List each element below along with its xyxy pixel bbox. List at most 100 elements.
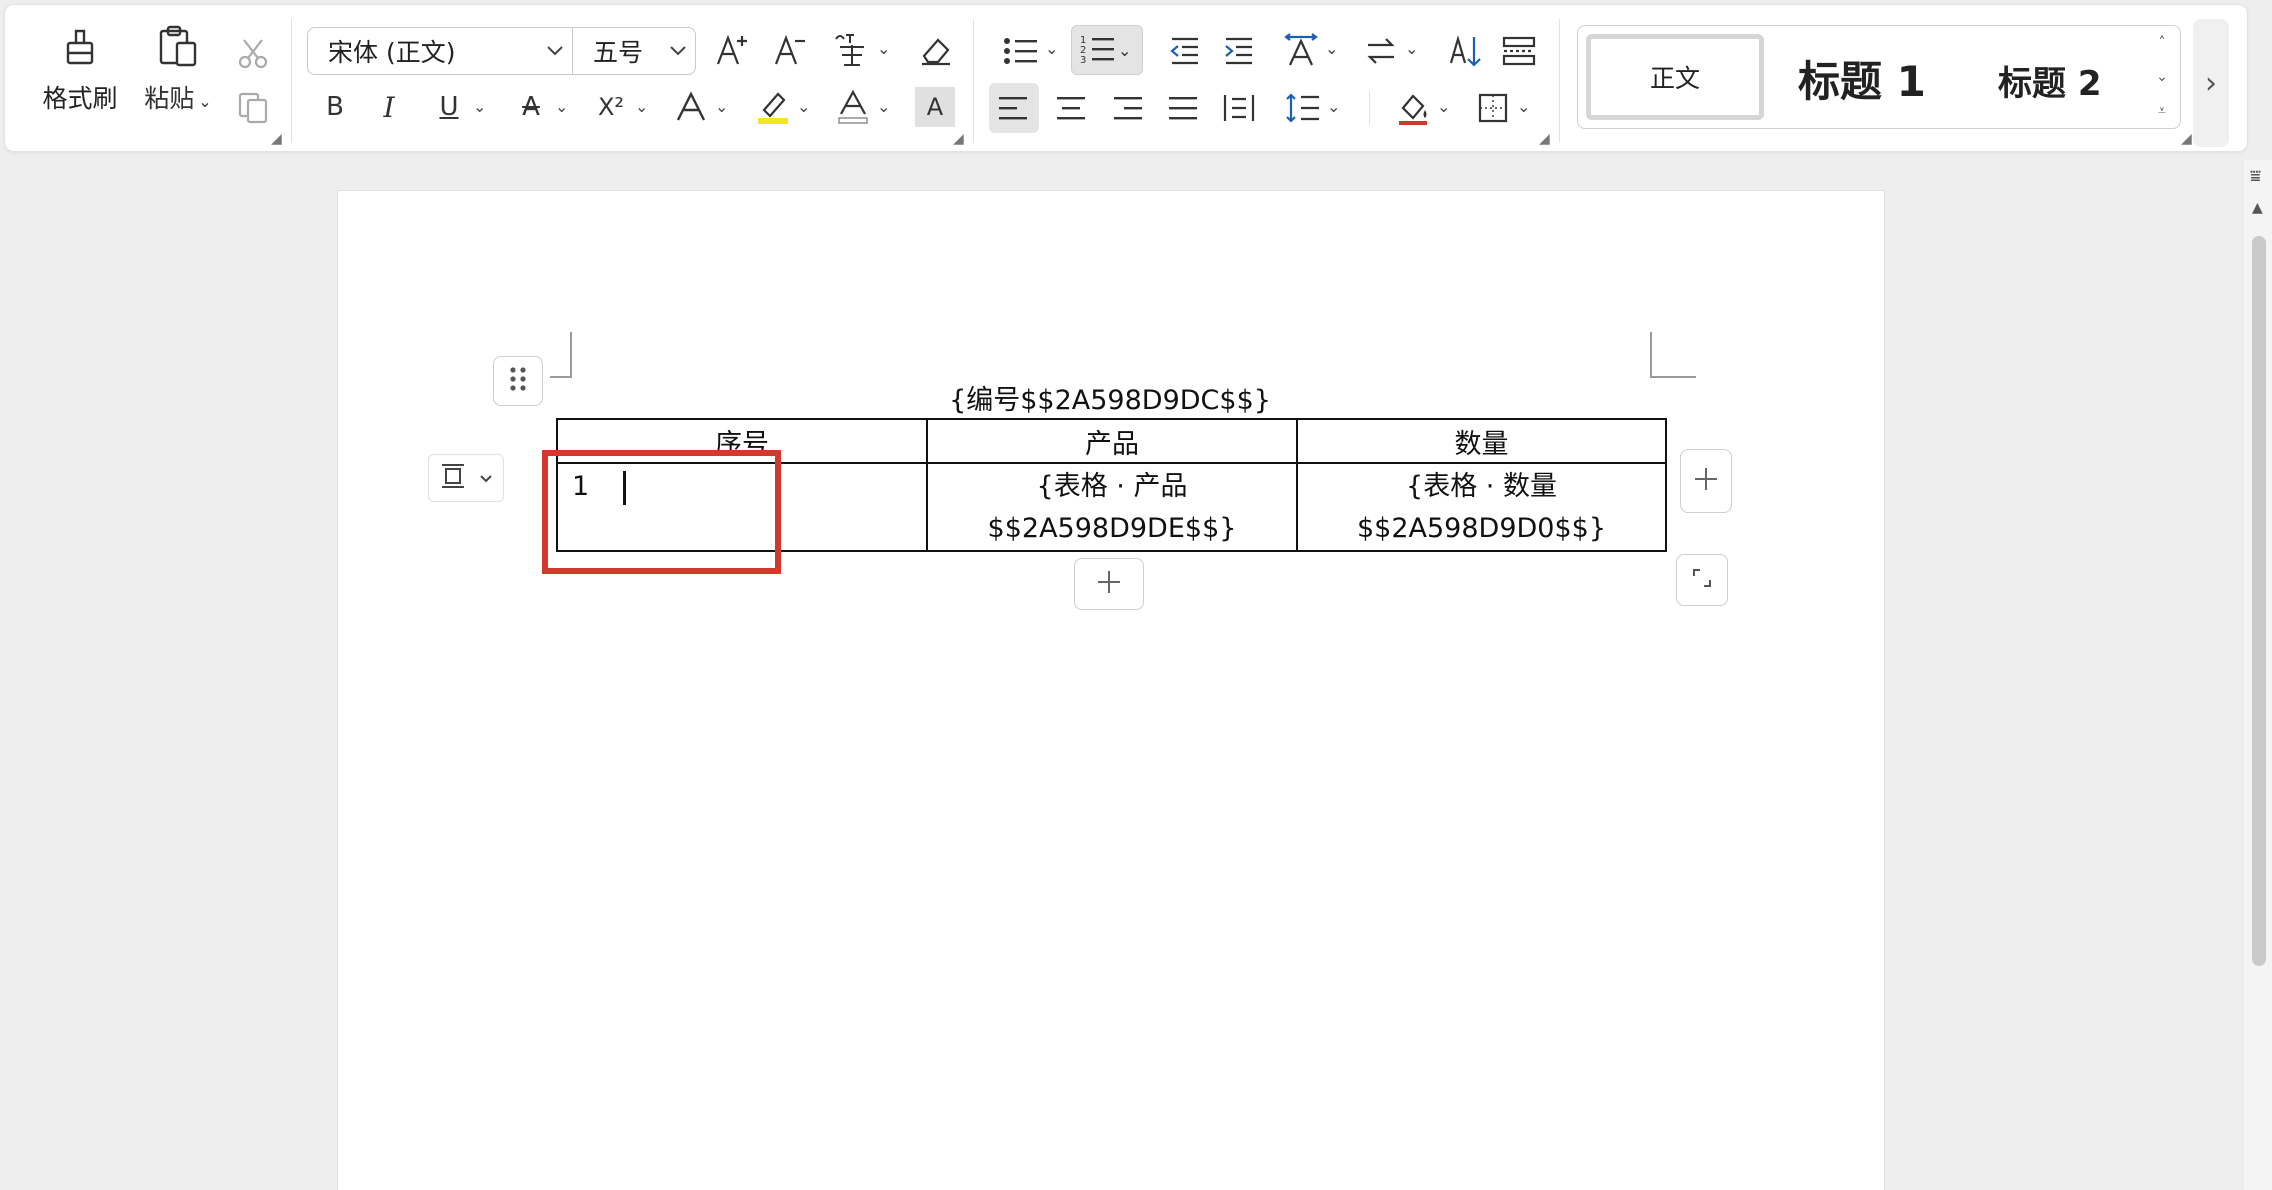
distributed-icon bbox=[1222, 93, 1256, 123]
underline-button[interactable]: U bbox=[429, 85, 469, 129]
table-header-cell[interactable]: 数量 bbox=[1296, 418, 1667, 464]
ribbon-scroll-right-button[interactable]: › bbox=[2193, 19, 2229, 147]
table-cell-serial[interactable]: 1 bbox=[556, 462, 928, 552]
split-view-icon[interactable]: ⩸ bbox=[2250, 166, 2261, 187]
borders-icon bbox=[1477, 92, 1509, 124]
align-right-button[interactable] bbox=[1105, 85, 1149, 131]
sort-button[interactable] bbox=[1443, 29, 1487, 73]
font-family-select[interactable]: 宋体 (正文) bbox=[307, 27, 573, 75]
chevron-down-icon[interactable]: ⌄ bbox=[877, 97, 890, 116]
bold-button[interactable]: B bbox=[315, 85, 355, 129]
paste-button[interactable]: 粘贴 ⌄ bbox=[135, 25, 221, 125]
clipboard-dialog-launcher-icon[interactable]: ◢ bbox=[271, 131, 282, 147]
ribbon-toolbar: 格式刷 粘贴 ⌄ ◢ 宋体 (正文) 五号 ⌄ B I U ⌄ A ⌄ X² ⌄… bbox=[4, 4, 2248, 152]
scroll-up-icon[interactable]: ˄ bbox=[2159, 35, 2166, 51]
copy-button[interactable] bbox=[231, 85, 275, 129]
character-shading-button[interactable]: A bbox=[915, 87, 955, 127]
columns-icon bbox=[1501, 35, 1537, 67]
paste-label: 粘贴 bbox=[144, 84, 195, 113]
chevron-down-icon[interactable]: ⌄ bbox=[473, 97, 486, 116]
svg-text:3: 3 bbox=[1080, 55, 1086, 66]
cell-text: 1 bbox=[572, 471, 590, 502]
justify-button[interactable] bbox=[1161, 85, 1205, 131]
chevron-down-icon[interactable]: ⌄ bbox=[797, 97, 810, 116]
strikethrough-button[interactable]: A bbox=[511, 85, 551, 129]
chevron-down-icon bbox=[538, 45, 572, 57]
font-color-icon bbox=[835, 88, 871, 126]
scroll-down-icon[interactable]: ⌄ bbox=[2156, 69, 2168, 85]
superscript-button[interactable]: X² bbox=[591, 85, 631, 129]
style-normal[interactable]: 正文 bbox=[1586, 34, 1764, 120]
chevron-down-icon[interactable]: ⌄ bbox=[715, 97, 728, 116]
eraser-icon bbox=[918, 32, 954, 68]
chevron-down-icon[interactable]: ⌄ bbox=[1517, 97, 1530, 116]
text-direction-button[interactable] bbox=[1279, 29, 1323, 73]
bidi-text-button[interactable] bbox=[1359, 29, 1403, 73]
justify-icon bbox=[1168, 95, 1198, 121]
brush-icon bbox=[58, 25, 102, 69]
borders-button[interactable] bbox=[1471, 85, 1515, 131]
add-column-button[interactable] bbox=[1680, 449, 1732, 513]
table-move-handle[interactable] bbox=[493, 356, 543, 406]
chevron-down-icon[interactable]: ⌄ bbox=[555, 97, 568, 116]
chevron-down-icon[interactable]: ⌄ bbox=[635, 97, 648, 116]
row-options-button[interactable] bbox=[428, 454, 504, 502]
plus-icon bbox=[1693, 466, 1719, 496]
font-dialog-launcher-icon[interactable]: ◢ bbox=[953, 131, 964, 147]
font-size-select[interactable]: 五号 bbox=[572, 27, 696, 75]
align-center-button[interactable] bbox=[1049, 85, 1093, 131]
text-effect-icon bbox=[674, 90, 708, 124]
column-break-button[interactable] bbox=[1497, 29, 1541, 73]
chevron-down-icon[interactable]: ⌄ bbox=[1437, 97, 1450, 116]
add-row-button[interactable] bbox=[1074, 558, 1144, 610]
vertical-scrollbar[interactable]: ⩸ ▲ bbox=[2244, 160, 2272, 1190]
chevron-down-icon[interactable]: ⌄ bbox=[877, 39, 890, 58]
font-color-button[interactable] bbox=[831, 85, 875, 129]
text-effect-button[interactable] bbox=[671, 85, 711, 129]
chevron-down-icon[interactable]: ⌄ bbox=[1045, 39, 1058, 58]
group-divider bbox=[291, 19, 292, 143]
chevron-down-icon[interactable]: ⌄ bbox=[1405, 39, 1418, 58]
grow-font-button[interactable] bbox=[711, 29, 753, 71]
scrollbar-thumb[interactable] bbox=[2252, 236, 2266, 966]
bold-icon: B bbox=[326, 92, 344, 122]
table-resize-button[interactable] bbox=[1676, 554, 1728, 606]
table-cell-product[interactable]: {表格 · 产品 $$2A598D9DE$$} bbox=[926, 462, 1298, 552]
italic-button[interactable]: I bbox=[369, 85, 409, 129]
drag-handle-icon bbox=[509, 366, 527, 396]
numbered-list-button[interactable]: 123 ⌄ bbox=[1071, 25, 1143, 75]
shrink-font-button[interactable] bbox=[769, 29, 811, 71]
cut-button[interactable] bbox=[231, 31, 275, 75]
styles-dialog-launcher-icon[interactable]: ◢ bbox=[2181, 131, 2192, 147]
numbered-list-icon: 123 bbox=[1080, 33, 1116, 67]
paragraph-dialog-launcher-icon[interactable]: ◢ bbox=[1539, 131, 1550, 147]
table-header-cell[interactable]: 序号 bbox=[556, 418, 928, 464]
line-spacing-button[interactable] bbox=[1281, 85, 1325, 131]
format-painter-button[interactable]: 格式刷 bbox=[35, 25, 125, 125]
chevron-down-icon[interactable]: ⌄ bbox=[1325, 39, 1338, 58]
style-heading-2[interactable]: 标题 2 bbox=[1998, 56, 2102, 105]
expand-gallery-icon[interactable]: ⩡ bbox=[2158, 103, 2166, 119]
clear-formatting-button[interactable] bbox=[915, 29, 957, 71]
bullet-list-button[interactable] bbox=[999, 29, 1043, 73]
scroll-up-arrow-icon[interactable]: ▲ bbox=[2252, 200, 2263, 216]
align-center-icon bbox=[1056, 95, 1086, 121]
grow-font-icon bbox=[714, 32, 750, 68]
phonetic-guide-button[interactable] bbox=[831, 29, 875, 71]
swap-arrows-icon bbox=[1364, 35, 1398, 67]
superscript-label: X² bbox=[597, 93, 625, 121]
align-left-button[interactable] bbox=[989, 83, 1039, 133]
document-title-field[interactable]: {编号$$2A598D9DC$$} bbox=[556, 378, 1664, 417]
table-header-cell[interactable]: 产品 bbox=[926, 418, 1298, 464]
document-table: 序号 产品 数量 1 {表格 · 产品 $$2A598D9DE$$} {表格 ·… bbox=[556, 418, 1667, 552]
highlighter-icon bbox=[754, 88, 792, 126]
table-cell-quantity[interactable]: {表格 · 数量 $$2A598D9D0$$} bbox=[1296, 462, 1667, 552]
increase-indent-button[interactable] bbox=[1217, 29, 1261, 73]
chevron-down-icon[interactable]: ⌄ bbox=[1327, 97, 1340, 116]
highlight-button[interactable] bbox=[751, 85, 795, 129]
style-heading-1[interactable]: 标题 1 bbox=[1798, 48, 1926, 109]
decrease-indent-button[interactable] bbox=[1163, 29, 1207, 73]
shading-button[interactable] bbox=[1391, 85, 1435, 131]
distributed-button[interactable] bbox=[1217, 85, 1261, 131]
text-cursor bbox=[623, 470, 627, 505]
